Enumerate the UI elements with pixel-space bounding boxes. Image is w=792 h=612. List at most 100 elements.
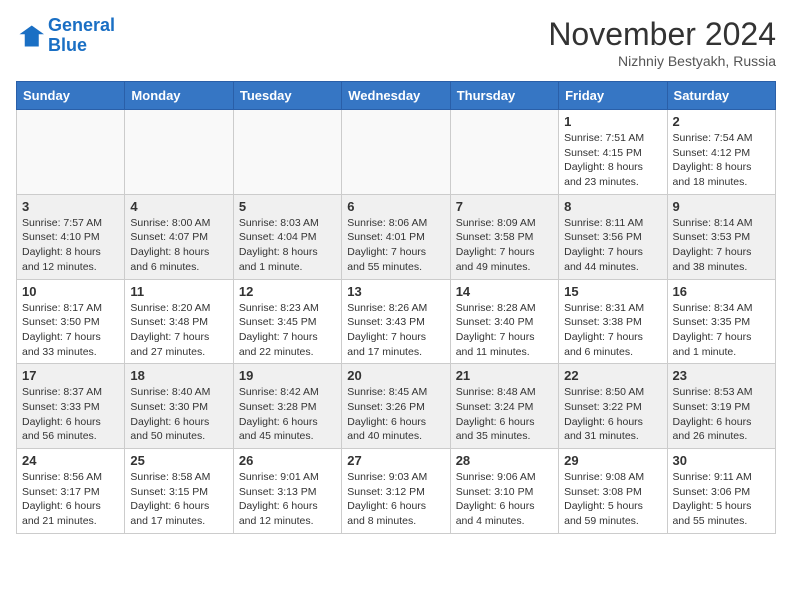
day-number: 15 bbox=[564, 284, 661, 299]
day-info: Sunrise: 8:00 AM Sunset: 4:07 PM Dayligh… bbox=[130, 216, 227, 275]
calendar-cell: 3 Sunrise: 7:57 AM Sunset: 4:10 PM Daylig… bbox=[17, 194, 125, 279]
calendar-cell: 26Sunrise: 9:01 AM Sunset: 3:13 PM Dayli… bbox=[233, 449, 341, 534]
calendar-cell: 10 Sunrise: 8:17 AM Sunset: 3:50 PM Dayli… bbox=[17, 279, 125, 364]
month-title: November 2024 bbox=[548, 16, 776, 53]
day-number: 7 bbox=[456, 199, 553, 214]
calendar-cell: 16 Sunrise: 8:34 AM Sunset: 3:35 PM Dayli… bbox=[667, 279, 775, 364]
day-number: 3 bbox=[22, 199, 119, 214]
calendar-cell: 15Sunrise: 8:31 AM Sunset: 3:38 PM Dayli… bbox=[559, 279, 667, 364]
day-number: 13 bbox=[347, 284, 444, 299]
day-info: Sunrise: 8:34 AM Sunset: 3:35 PM Dayligh… bbox=[673, 301, 770, 360]
day-info: Sunrise: 9:03 AM Sunset: 3:12 PM Dayligh… bbox=[347, 470, 444, 529]
day-info: Sunrise: 7:51 AM Sunset: 4:15 PM Dayligh… bbox=[564, 131, 661, 190]
logo-text: General Blue bbox=[48, 16, 115, 56]
calendar-cell: 13 Sunrise: 8:26 AM Sunset: 3:43 PM Dayli… bbox=[342, 279, 450, 364]
day-number: 9 bbox=[673, 199, 770, 214]
calendar-cell: 18 Sunrise: 8:40 AM Sunset: 3:30 PM Dayli… bbox=[125, 364, 233, 449]
page-header: General Blue November 2024 Nizhniy Besty… bbox=[16, 16, 776, 69]
calendar-cell bbox=[125, 110, 233, 195]
day-info: Sunrise: 8:11 AM Sunset: 3:56 PM Dayligh… bbox=[564, 216, 661, 275]
calendar-cell: 23 Sunrise: 8:53 AM Sunset: 3:19 PM Dayli… bbox=[667, 364, 775, 449]
calendar-cell: 28 Sunrise: 9:06 AM Sunset: 3:10 PM Dayli… bbox=[450, 449, 558, 534]
day-info: Sunrise: 8:06 AM Sunset: 4:01 PM Dayligh… bbox=[347, 216, 444, 275]
logo: General Blue bbox=[16, 16, 115, 56]
calendar-cell: 25 Sunrise: 8:58 AM Sunset: 3:15 PM Dayli… bbox=[125, 449, 233, 534]
day-number: 11 bbox=[130, 284, 227, 299]
location: Nizhniy Bestyakh, Russia bbox=[548, 53, 776, 69]
calendar-cell: 8Sunrise: 8:11 AM Sunset: 3:56 PM Daylig… bbox=[559, 194, 667, 279]
calendar-cell: 12Sunrise: 8:23 AM Sunset: 3:45 PM Dayli… bbox=[233, 279, 341, 364]
day-number: 27 bbox=[347, 453, 444, 468]
day-number: 20 bbox=[347, 368, 444, 383]
day-info: Sunrise: 9:08 AM Sunset: 3:08 PM Dayligh… bbox=[564, 470, 661, 529]
day-number: 16 bbox=[673, 284, 770, 299]
calendar-cell: 7Sunrise: 8:09 AM Sunset: 3:58 PM Daylig… bbox=[450, 194, 558, 279]
weekday-header-tuesday: Tuesday bbox=[233, 82, 341, 110]
week-row-1: 1 Sunrise: 7:51 AM Sunset: 4:15 PM Daylig… bbox=[17, 110, 776, 195]
day-info: Sunrise: 8:20 AM Sunset: 3:48 PM Dayligh… bbox=[130, 301, 227, 360]
day-info: Sunrise: 9:06 AM Sunset: 3:10 PM Dayligh… bbox=[456, 470, 553, 529]
day-number: 23 bbox=[673, 368, 770, 383]
day-number: 10 bbox=[22, 284, 119, 299]
calendar-cell bbox=[17, 110, 125, 195]
calendar-cell: 22 Sunrise: 8:50 AM Sunset: 3:22 PM Dayli… bbox=[559, 364, 667, 449]
day-info: Sunrise: 8:37 AM Sunset: 3:33 PM Dayligh… bbox=[22, 385, 119, 444]
day-number: 17 bbox=[22, 368, 119, 383]
calendar-cell: 14Sunrise: 8:28 AM Sunset: 3:40 PM Dayli… bbox=[450, 279, 558, 364]
weekday-header-friday: Friday bbox=[559, 82, 667, 110]
weekday-header-monday: Monday bbox=[125, 82, 233, 110]
calendar-cell: 6 Sunrise: 8:06 AM Sunset: 4:01 PM Daylig… bbox=[342, 194, 450, 279]
calendar-cell: 2 Sunrise: 7:54 AM Sunset: 4:12 PM Daylig… bbox=[667, 110, 775, 195]
day-info: Sunrise: 8:56 AM Sunset: 3:17 PM Dayligh… bbox=[22, 470, 119, 529]
day-info: Sunrise: 8:17 AM Sunset: 3:50 PM Dayligh… bbox=[22, 301, 119, 360]
day-info: Sunrise: 7:54 AM Sunset: 4:12 PM Dayligh… bbox=[673, 131, 770, 190]
week-row-5: 24Sunrise: 8:56 AM Sunset: 3:17 PM Dayli… bbox=[17, 449, 776, 534]
logo-icon bbox=[16, 22, 44, 50]
day-info: Sunrise: 8:45 AM Sunset: 3:26 PM Dayligh… bbox=[347, 385, 444, 444]
calendar-cell: 27 Sunrise: 9:03 AM Sunset: 3:12 PM Dayli… bbox=[342, 449, 450, 534]
day-info: Sunrise: 8:23 AM Sunset: 3:45 PM Dayligh… bbox=[239, 301, 336, 360]
day-number: 30 bbox=[673, 453, 770, 468]
calendar-cell: 21Sunrise: 8:48 AM Sunset: 3:24 PM Dayli… bbox=[450, 364, 558, 449]
week-row-3: 10 Sunrise: 8:17 AM Sunset: 3:50 PM Dayli… bbox=[17, 279, 776, 364]
day-info: Sunrise: 9:11 AM Sunset: 3:06 PM Dayligh… bbox=[673, 470, 770, 529]
day-number: 1 bbox=[564, 114, 661, 129]
calendar-cell: 20 Sunrise: 8:45 AM Sunset: 3:26 PM Dayli… bbox=[342, 364, 450, 449]
day-info: Sunrise: 8:14 AM Sunset: 3:53 PM Dayligh… bbox=[673, 216, 770, 275]
day-number: 5 bbox=[239, 199, 336, 214]
weekday-header-wednesday: Wednesday bbox=[342, 82, 450, 110]
day-number: 2 bbox=[673, 114, 770, 129]
day-info: Sunrise: 7:57 AM Sunset: 4:10 PM Dayligh… bbox=[22, 216, 119, 275]
calendar-cell: 5 Sunrise: 8:03 AM Sunset: 4:04 PM Daylig… bbox=[233, 194, 341, 279]
calendar-cell: 4 Sunrise: 8:00 AM Sunset: 4:07 PM Daylig… bbox=[125, 194, 233, 279]
week-row-4: 17 Sunrise: 8:37 AM Sunset: 3:33 PM Dayli… bbox=[17, 364, 776, 449]
week-row-2: 3 Sunrise: 7:57 AM Sunset: 4:10 PM Daylig… bbox=[17, 194, 776, 279]
day-number: 21 bbox=[456, 368, 553, 383]
day-number: 28 bbox=[456, 453, 553, 468]
calendar-cell: 9 Sunrise: 8:14 AM Sunset: 3:53 PM Daylig… bbox=[667, 194, 775, 279]
day-number: 22 bbox=[564, 368, 661, 383]
weekday-header-sunday: Sunday bbox=[17, 82, 125, 110]
calendar-cell: 30 Sunrise: 9:11 AM Sunset: 3:06 PM Dayli… bbox=[667, 449, 775, 534]
calendar-cell: 1 Sunrise: 7:51 AM Sunset: 4:15 PM Daylig… bbox=[559, 110, 667, 195]
day-number: 18 bbox=[130, 368, 227, 383]
day-info: Sunrise: 8:03 AM Sunset: 4:04 PM Dayligh… bbox=[239, 216, 336, 275]
day-info: Sunrise: 8:58 AM Sunset: 3:15 PM Dayligh… bbox=[130, 470, 227, 529]
day-info: Sunrise: 8:40 AM Sunset: 3:30 PM Dayligh… bbox=[130, 385, 227, 444]
weekday-header-row: SundayMondayTuesdayWednesdayThursdayFrid… bbox=[17, 82, 776, 110]
calendar-cell: 11 Sunrise: 8:20 AM Sunset: 3:48 PM Dayli… bbox=[125, 279, 233, 364]
day-info: Sunrise: 9:01 AM Sunset: 3:13 PM Dayligh… bbox=[239, 470, 336, 529]
calendar-cell bbox=[450, 110, 558, 195]
day-info: Sunrise: 8:26 AM Sunset: 3:43 PM Dayligh… bbox=[347, 301, 444, 360]
day-number: 25 bbox=[130, 453, 227, 468]
calendar-cell: 17 Sunrise: 8:37 AM Sunset: 3:33 PM Dayli… bbox=[17, 364, 125, 449]
day-number: 29 bbox=[564, 453, 661, 468]
day-info: Sunrise: 8:50 AM Sunset: 3:22 PM Dayligh… bbox=[564, 385, 661, 444]
day-number: 4 bbox=[130, 199, 227, 214]
day-number: 19 bbox=[239, 368, 336, 383]
day-info: Sunrise: 8:53 AM Sunset: 3:19 PM Dayligh… bbox=[673, 385, 770, 444]
calendar-cell: 29 Sunrise: 9:08 AM Sunset: 3:08 PM Dayli… bbox=[559, 449, 667, 534]
calendar-table: SundayMondayTuesdayWednesdayThursdayFrid… bbox=[16, 81, 776, 534]
calendar-cell: 24Sunrise: 8:56 AM Sunset: 3:17 PM Dayli… bbox=[17, 449, 125, 534]
day-number: 6 bbox=[347, 199, 444, 214]
